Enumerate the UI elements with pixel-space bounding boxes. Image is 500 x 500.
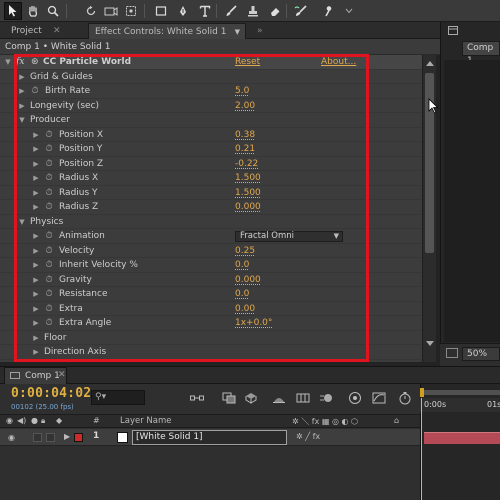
brainstorm-icon[interactable]: [346, 389, 364, 407]
layer-solid-swatch: [117, 432, 128, 443]
layer-duration-bar[interactable]: [424, 432, 500, 444]
eraser-tool-icon[interactable]: [266, 2, 284, 20]
effect-collapse-triangle-icon[interactable]: ▼: [4, 55, 12, 70]
draft-3d-icon[interactable]: [242, 389, 260, 407]
ruler-label-start: 0:00s: [424, 400, 447, 409]
composition-viewer[interactable]: [444, 60, 500, 342]
timeline-tab-bar: [0, 366, 500, 384]
puppet-pin-tool-icon[interactable]: [320, 2, 338, 20]
scroll-down-icon[interactable]: [426, 341, 434, 346]
composition-breadcrumb[interactable]: Comp 1: [462, 41, 500, 66]
search-icon: ⚲▾: [95, 392, 107, 402]
layer-expand-triangle-icon[interactable]: ▶: [64, 432, 70, 441]
audio-switch-header-icon: ◀): [17, 416, 27, 425]
always-preview-icon[interactable]: [446, 348, 458, 358]
clone-stamp-tool-icon[interactable]: [244, 2, 262, 20]
layer-switches-icon[interactable]: ✲ ╱ fx: [296, 432, 320, 441]
ruler-label-next: 01s: [487, 400, 500, 409]
layer-number: 1: [93, 431, 100, 441]
label-header-icon: ◆: [56, 416, 63, 425]
composition-mini-flowchart-icon[interactable]: [188, 389, 206, 407]
parent-header-icon: ⌂: [394, 416, 400, 425]
frame-count: 00102 (25.00 fps): [11, 403, 74, 411]
rotation-tool-icon[interactable]: [82, 2, 100, 20]
solo-header-icon: ●: [31, 416, 38, 425]
tab-project[interactable]: Project: [6, 23, 47, 39]
graph-editor-icon[interactable]: [370, 389, 388, 407]
layer-name-header[interactable]: Layer Name: [120, 414, 171, 428]
layer-lock-box[interactable]: [46, 433, 55, 442]
motion-blur-icon[interactable]: [318, 389, 336, 407]
highlight-box: [14, 54, 369, 362]
layer-label-color[interactable]: [74, 433, 83, 442]
layer-visibility-icon[interactable]: ◉: [8, 433, 15, 442]
close-tab-icon[interactable]: ✕: [58, 370, 66, 380]
tab-menu-chevron-icon[interactable]: ▼: [235, 24, 240, 40]
work-area-bar[interactable]: [420, 390, 500, 395]
work-area-start-handle[interactable]: [420, 388, 424, 397]
timeline-search-input[interactable]: ⚲▾: [91, 390, 145, 405]
panel-menu-icon[interactable]: »: [252, 23, 268, 39]
tab-effect-controls[interactable]: Effect Controls: White Solid 1 ▼: [88, 23, 246, 39]
mouse-cursor-icon: [428, 98, 439, 117]
layer-solo-box[interactable]: [33, 433, 42, 442]
current-time-display[interactable]: 0:00:04:02: [11, 386, 91, 401]
timeline-tab-icon: [10, 372, 20, 379]
tab-effect-controls-label: Effect Controls: White Solid 1: [95, 27, 227, 37]
composition-tab-icon[interactable]: [446, 24, 500, 38]
tab-separator-icon: ✕ ▪: [53, 26, 61, 52]
breadcrumb: Comp 1 • White Solid 1: [0, 39, 440, 55]
switches-header-icon: ✲ ＼ fx ▦ ◎ ◐ ⬡: [292, 417, 359, 426]
panel-tab-bar: Project ✕ ▪ Effect Controls: White Solid…: [0, 22, 440, 52]
pan-behind-tool-icon[interactable]: [122, 2, 140, 20]
layer-name-field[interactable]: [White Solid 1]: [132, 430, 287, 445]
type-tool-icon[interactable]: [196, 2, 214, 20]
current-time-indicator[interactable]: [421, 398, 422, 500]
roto-brush-tool-icon[interactable]: [292, 2, 310, 20]
camera-orbit-tool-icon[interactable]: [102, 2, 120, 20]
hide-shy-layers-icon[interactable]: [270, 389, 288, 407]
scroll-up-icon[interactable]: [426, 61, 434, 66]
selection-tool-icon[interactable]: [4, 2, 22, 20]
tool-options-chevron-icon[interactable]: [340, 2, 358, 20]
rectangle-mask-tool-icon[interactable]: [152, 2, 170, 20]
zoom-tool-icon[interactable]: [44, 2, 62, 20]
frame-blending-icon[interactable]: [294, 389, 312, 407]
layer-number-header-icon: #: [93, 416, 100, 425]
pen-tool-icon[interactable]: [174, 2, 192, 20]
tools-toolbar: [0, 0, 500, 22]
live-update-icon[interactable]: [220, 389, 238, 407]
brush-tool-icon[interactable]: [222, 2, 240, 20]
video-switch-header-icon: ◉: [6, 416, 13, 425]
zoom-dropdown[interactable]: 50%: [462, 347, 500, 361]
lock-header-icon: 🔒︎: [41, 416, 46, 425]
hand-tool-icon[interactable]: [24, 2, 42, 20]
stopwatch-timer-icon[interactable]: [396, 389, 414, 407]
